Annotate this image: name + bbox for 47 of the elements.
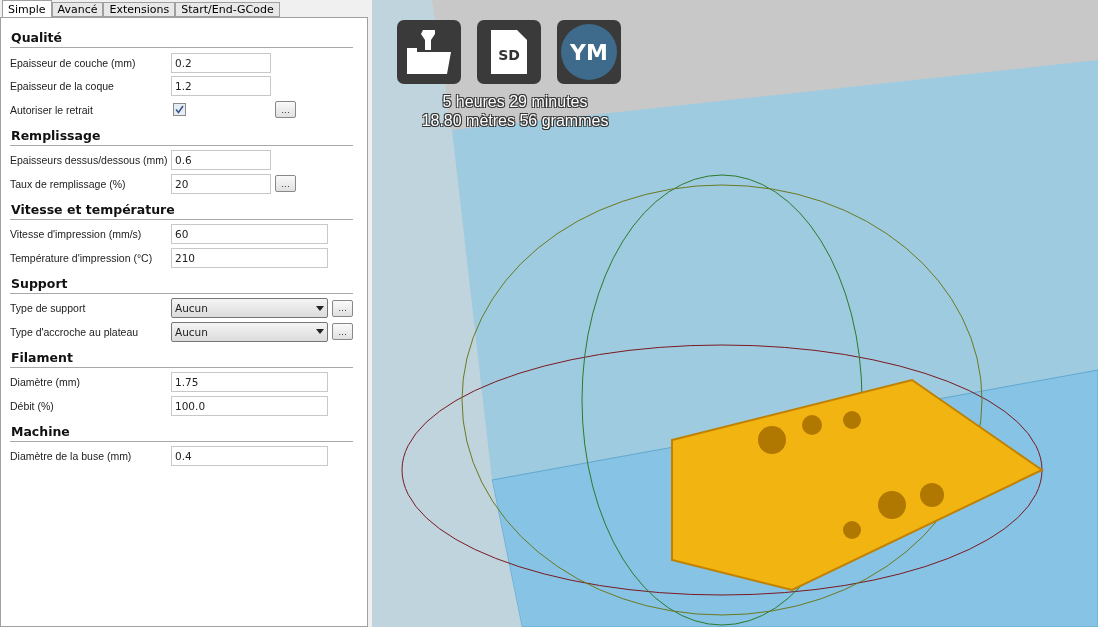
section-title: Qualité bbox=[10, 26, 353, 48]
dropdown[interactable]: Aucun bbox=[171, 321, 328, 342]
field-label: Epaisseur de couche (mm) bbox=[10, 56, 137, 69]
input-field[interactable]: 100.0 bbox=[171, 395, 328, 416]
checkbox[interactable] bbox=[173, 103, 186, 117]
tab[interactable]: Start/End-GCode bbox=[175, 2, 280, 17]
input-field[interactable]: 60 bbox=[171, 224, 328, 245]
field-label: Vitesse d'impression (mm/s) bbox=[10, 228, 143, 241]
input-field[interactable]: 210 bbox=[171, 247, 328, 268]
section-title: Machine bbox=[10, 419, 353, 442]
load-folder-button[interactable] bbox=[397, 20, 461, 84]
folder-icon bbox=[405, 30, 453, 74]
field-label: Diamètre (mm) bbox=[10, 376, 81, 389]
tab[interactable]: Avancé bbox=[51, 2, 104, 17]
section-title: Vitesse et température bbox=[10, 197, 353, 220]
field-label: Débit (%) bbox=[10, 399, 55, 412]
section-title: Filament bbox=[10, 345, 353, 368]
input-field[interactable]: 0.2 bbox=[171, 52, 271, 73]
input-field[interactable]: 0.4 bbox=[171, 446, 328, 467]
options-button[interactable]: ... bbox=[332, 323, 353, 341]
options-button[interactable]: ... bbox=[275, 175, 296, 193]
caret-icon bbox=[316, 329, 324, 335]
section-title: Support bbox=[10, 271, 353, 294]
3d-viewport[interactable]: SD YM 5 heures 29 minutes 18.80 mètres 56 grammes bbox=[372, 0, 1098, 627]
tab[interactable]: Simple bbox=[2, 0, 52, 17]
field-label: Epaisseurs dessus/dessous (mm) bbox=[10, 154, 169, 167]
dropdown[interactable]: Aucun bbox=[171, 298, 328, 319]
field-label: Autoriser le retrait bbox=[10, 103, 94, 116]
field-label: Type de support bbox=[10, 302, 87, 315]
print-time: 5 heures 29 minutes bbox=[442, 92, 588, 111]
field-label: Type d'accroche au plateau bbox=[10, 325, 140, 338]
options-button[interactable]: ... bbox=[275, 101, 296, 119]
tab[interactable]: Extensions bbox=[103, 2, 176, 17]
sd-card-icon: SD bbox=[489, 28, 529, 76]
field-label: Epaisseur de la coque bbox=[10, 80, 115, 93]
input-field[interactable]: 1.2 bbox=[171, 76, 271, 97]
caret-icon bbox=[316, 305, 324, 311]
sd-card-button[interactable]: SD bbox=[477, 20, 541, 84]
section-title: Remplissage bbox=[10, 123, 353, 146]
field-label: Température d'impression (°C) bbox=[10, 251, 154, 264]
options-button[interactable]: ... bbox=[332, 299, 353, 317]
field-label: Diamètre de la buse (mm) bbox=[10, 450, 133, 463]
input-field[interactable]: 20 bbox=[171, 173, 271, 194]
field-label: Taux de remplissage (%) bbox=[10, 177, 127, 190]
input-field[interactable]: 0.6 bbox=[171, 150, 271, 171]
input-field[interactable]: 1.75 bbox=[171, 372, 328, 393]
print-material: 18.80 mètres 56 grammes bbox=[421, 111, 609, 130]
